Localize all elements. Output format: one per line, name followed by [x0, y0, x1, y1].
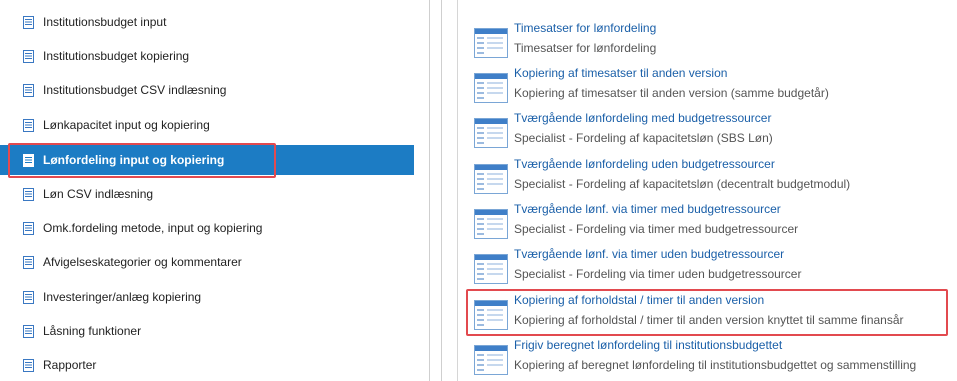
- menu-item-lonfordeling[interactable]: Lønfordeling input og kopiering: [0, 145, 414, 175]
- menu-item-institutionsbudget-csv[interactable]: Institutionsbudget CSV indlæsning: [0, 75, 414, 105]
- form-icon: [474, 345, 508, 375]
- document-icon: [23, 187, 34, 201]
- function-title[interactable]: Frigiv beregnet lønfordeling til institu…: [514, 337, 916, 353]
- function-list: Timesatser for lønfordeling Timesatser f…: [457, 0, 957, 381]
- form-icon: [474, 209, 508, 239]
- function-description: Specialist - Fordeling af kapacitetsløn …: [514, 131, 773, 145]
- menu-item-afvigelseskategorier[interactable]: Afvigelseskategorier og kommentarer: [0, 247, 414, 277]
- document-icon: [23, 290, 34, 304]
- menu-item-label: Låsning funktioner: [43, 324, 142, 338]
- function-item[interactable]: Kopiering af forholdstal / timer til and…: [474, 292, 957, 338]
- document-icon: [23, 49, 34, 63]
- function-item[interactable]: Frigiv beregnet lønfordeling til institu…: [474, 337, 957, 381]
- menu-item-label: Institutionsbudget kopiering: [43, 49, 190, 63]
- function-item[interactable]: Timesatser for lønfordeling Timesatser f…: [474, 20, 957, 66]
- function-description: Kopiering af timesatser til anden versio…: [514, 86, 829, 100]
- function-title[interactable]: Tværgående lønfordeling uden budgetresso…: [514, 156, 850, 172]
- menu-item-label: Institutionsbudget CSV indlæsning: [43, 83, 227, 97]
- function-item[interactable]: Kopiering af timesatser til anden versio…: [474, 65, 957, 111]
- form-icon: [474, 254, 508, 284]
- document-icon: [23, 324, 34, 338]
- function-description: Specialist - Fordeling af kapacitetsløn …: [514, 177, 851, 191]
- form-icon: [474, 118, 508, 148]
- form-icon: [474, 300, 508, 330]
- function-description: Timesatser for lønfordeling: [514, 41, 657, 55]
- function-description: Kopiering af forholdstal / timer til and…: [514, 313, 904, 327]
- menu-item-lonkapacitet[interactable]: Lønkapacitet input og kopiering: [0, 110, 414, 140]
- menu-item-lasning[interactable]: Låsning funktioner: [0, 316, 414, 346]
- menu-item-investeringer[interactable]: Investeringer/anlæg kopiering: [0, 282, 414, 312]
- document-icon: [23, 221, 34, 235]
- form-icon: [474, 73, 508, 103]
- menu-item-label: Afvigelseskategorier og kommentarer: [43, 255, 242, 269]
- menu-item-institutionsbudget-kopiering[interactable]: Institutionsbudget kopiering: [0, 41, 414, 71]
- menu-item-label: Investeringer/anlæg kopiering: [43, 290, 202, 304]
- menu-item-label: Omk.fordeling metode, input og kopiering: [43, 221, 263, 235]
- menu-item-omk-fordeling[interactable]: Omk.fordeling metode, input og kopiering: [0, 213, 414, 243]
- menu-item-rapporter[interactable]: Rapporter: [0, 350, 414, 380]
- menu-item-label: Rapporter: [43, 358, 97, 372]
- function-item[interactable]: Tværgående lønf. via timer uden budgetre…: [474, 246, 957, 292]
- document-icon: [23, 83, 34, 97]
- menu-item-institutionsbudget-input[interactable]: Institutionsbudget input: [0, 7, 414, 37]
- function-title[interactable]: Tværgående lønf. via timer uden budgetre…: [514, 246, 801, 262]
- function-description: Kopiering af beregnet lønfordeling til i…: [514, 358, 917, 372]
- function-item[interactable]: Tværgående lønfordeling med budgetressou…: [474, 110, 957, 156]
- menu-item-label: Institutionsbudget input: [43, 15, 167, 29]
- function-title[interactable]: Kopiering af timesatser til anden versio…: [514, 65, 829, 81]
- function-item[interactable]: Tværgående lønf. via timer med budgetres…: [474, 201, 957, 247]
- document-icon: [23, 153, 34, 167]
- function-title[interactable]: Kopiering af forholdstal / timer til and…: [514, 292, 904, 308]
- function-title[interactable]: Timesatser for lønfordeling: [514, 20, 656, 36]
- document-icon: [23, 358, 34, 372]
- function-title[interactable]: Tværgående lønf. via timer med budgetres…: [514, 201, 798, 217]
- function-item[interactable]: Tværgående lønfordeling uden budgetresso…: [474, 156, 957, 202]
- document-icon: [23, 255, 34, 269]
- menu-item-label: Lønfordeling input og kopiering: [43, 153, 225, 167]
- document-icon: [23, 15, 34, 29]
- function-description: Specialist - Fordeling via timer med bud…: [514, 222, 799, 236]
- menu-item-lon-csv[interactable]: Løn CSV indlæsning: [0, 179, 414, 209]
- form-icon: [474, 164, 508, 194]
- document-icon: [23, 118, 34, 132]
- divider: [429, 0, 430, 381]
- function-title[interactable]: Tværgående lønfordeling med budgetressou…: [514, 110, 773, 126]
- form-icon: [474, 28, 508, 58]
- left-menu: Institutionsbudget input Institutionsbud…: [0, 0, 414, 381]
- menu-item-label: Løn CSV indlæsning: [43, 187, 154, 201]
- menu-item-label: Lønkapacitet input og kopiering: [43, 118, 210, 132]
- function-description: Specialist - Fordeling via timer uden bu…: [514, 267, 802, 281]
- divider: [441, 0, 442, 381]
